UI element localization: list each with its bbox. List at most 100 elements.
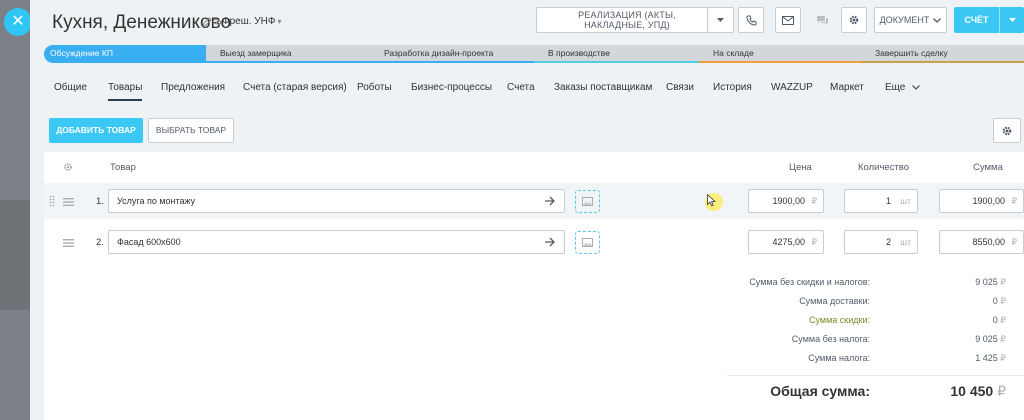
total-value: 0 ₽: [993, 315, 1006, 326]
backdrop-shade: [0, 200, 30, 310]
realize-dropdown[interactable]: [707, 8, 733, 32]
gear-icon: [1002, 126, 1012, 135]
mouse-cursor-icon: [707, 194, 716, 207]
pick-product-button[interactable]: ВЫБРАТЬ ТОВАР: [148, 118, 234, 143]
column-header-quantity: Количество: [858, 162, 910, 173]
grand-total-value: 10 450 ₽: [950, 383, 1006, 400]
close-icon: ✕: [11, 13, 25, 30]
tab-offers[interactable]: Предложения: [161, 82, 225, 93]
unit-label: шт: [900, 237, 911, 247]
invoice-label: СЧЁТ: [964, 15, 989, 25]
chevron-down-icon: ▾: [277, 17, 282, 26]
product-image-placeholder[interactable]: [575, 231, 600, 254]
product-table: Товар Цена Количество Сумма 1. Услуга по…: [44, 152, 1024, 420]
price-value: 1900,00: [772, 196, 805, 206]
stage-item[interactable]: Завершить сделку: [861, 45, 1024, 63]
sum-input[interactable]: 1900,00 ₽: [939, 189, 1024, 213]
tab-invoices[interactable]: Счета: [507, 82, 535, 93]
quantity-input[interactable]: 1 шт: [844, 189, 918, 213]
grand-total-amount: 10 450: [950, 383, 994, 399]
caret-down-icon: [1008, 17, 1016, 22]
phone-icon: [745, 15, 756, 26]
tab-history[interactable]: История: [713, 82, 752, 93]
stage-label: Завершить сделку: [875, 48, 948, 58]
stage-progress: [370, 61, 534, 63]
grand-total-label: Общая сумма:: [770, 383, 870, 399]
tab-bar: Общие Товары Предложения Счета (старая в…: [30, 74, 1024, 104]
total-amount: 9 025: [975, 334, 998, 344]
realize-button[interactable]: РЕАЛИЗАЦИЯ (АКТЫ, НАКЛАДНЫЕ, УПД): [536, 7, 734, 33]
document-label: ДОКУМЕНТ: [879, 15, 930, 25]
left-backdrop: [0, 0, 30, 420]
close-slider-button[interactable]: ✕: [4, 8, 32, 36]
quantity-input[interactable]: 2 шт: [844, 230, 918, 254]
arrow-right-icon[interactable]: [544, 195, 556, 207]
stage-item[interactable]: Выезд замерщика: [206, 45, 370, 63]
tab-invoices-old[interactable]: Счета (старая версия): [243, 82, 347, 93]
column-settings-icon[interactable]: [62, 161, 74, 173]
product-image-placeholder[interactable]: [575, 190, 600, 213]
sum-input[interactable]: 8550,00 ₽: [939, 230, 1024, 254]
stage-progress: [534, 61, 699, 63]
total-label: Сумма доставки:: [799, 296, 870, 306]
stage-label: На складе: [713, 48, 754, 58]
add-product-button[interactable]: ДОБАВИТЬ ТОВАР: [49, 118, 143, 143]
total-label: Сумма без скидки и налогов:: [749, 277, 870, 287]
total-value: 9 025 ₽: [975, 334, 1006, 345]
menu-icon[interactable]: [63, 198, 74, 206]
image-icon: [582, 238, 593, 247]
product-name-field[interactable]: Фасад 600x600: [108, 230, 565, 254]
tab-more[interactable]: Еще: [885, 82, 921, 93]
image-icon: [582, 197, 593, 206]
caret-down-icon: [717, 17, 724, 22]
tab-wazzup[interactable]: WAZZUP: [771, 82, 813, 93]
totals-divider: [727, 375, 1024, 376]
discount-total-label[interactable]: Сумма скидки:: [809, 315, 870, 325]
tab-market[interactable]: Маркет: [830, 82, 864, 93]
create-invoice-button[interactable]: СЧЁТ: [954, 7, 1024, 33]
quantity-value: 2: [885, 237, 891, 247]
arrow-right-icon[interactable]: [544, 236, 556, 248]
gear-icon: [849, 15, 859, 25]
currency-label: ₽: [1000, 353, 1006, 363]
product-name: Услуга по монтажу: [117, 196, 196, 206]
currency-label: ₽: [1000, 296, 1006, 306]
currency-label: ₽: [1000, 277, 1006, 287]
price-input[interactable]: 1900,00 ₽: [748, 189, 824, 213]
tab-robots[interactable]: Роботы: [357, 82, 392, 93]
chat-button[interactable]: [809, 7, 835, 33]
tab-products[interactable]: Товары: [108, 82, 143, 101]
total-label: Сумма налога:: [808, 353, 870, 363]
pipeline-label: Фреш. УНФ: [222, 16, 276, 27]
pencil-icon[interactable]: [202, 17, 212, 27]
product-name-field[interactable]: Услуга по монтажу: [108, 189, 565, 213]
stage-label: В производстве: [548, 48, 610, 58]
tab-supplier-orders[interactable]: Заказы поставщикам: [554, 82, 652, 93]
tab-more-label: Еще: [885, 82, 906, 93]
total-value: 9 025 ₽: [975, 277, 1006, 288]
sum-value: 1900,00: [972, 196, 1005, 206]
tab-business-processes[interactable]: Бизнес-процессы: [411, 82, 492, 93]
stage-item[interactable]: Обсуждение КП: [44, 45, 206, 63]
chevron-down-icon: [912, 84, 921, 90]
settings-button[interactable]: [841, 7, 867, 33]
tab-general[interactable]: Общие: [54, 82, 87, 93]
stage-item[interactable]: На складе: [699, 45, 861, 63]
invoice-dropdown[interactable]: [999, 7, 1024, 33]
email-button[interactable]: [775, 7, 801, 33]
drag-handle-icon[interactable]: [49, 195, 55, 207]
currency-label: ₽: [1011, 237, 1017, 247]
menu-icon[interactable]: [63, 239, 74, 247]
price-input[interactable]: 4275,00 ₽: [748, 230, 824, 254]
call-button[interactable]: [738, 7, 764, 33]
price-value: 4275,00: [772, 237, 805, 247]
stage-item[interactable]: В производстве: [534, 45, 699, 63]
link-icon[interactable]: [212, 17, 222, 27]
pipeline-selector[interactable]: Фреш. УНФ ▾: [222, 16, 282, 27]
stage-bar: Обсуждение КП Выезд замерщика Разработка…: [44, 45, 1024, 63]
product-settings-button[interactable]: [993, 118, 1021, 143]
tab-links[interactable]: Связи: [666, 82, 694, 93]
stage-item[interactable]: Разработка дизайн-проекта: [370, 45, 534, 63]
table-row: 2. Фасад 600x600 4275,00 ₽ 2 шт 8550,00 ₽: [44, 224, 1024, 260]
document-button[interactable]: ДОКУМЕНТ: [874, 7, 947, 33]
